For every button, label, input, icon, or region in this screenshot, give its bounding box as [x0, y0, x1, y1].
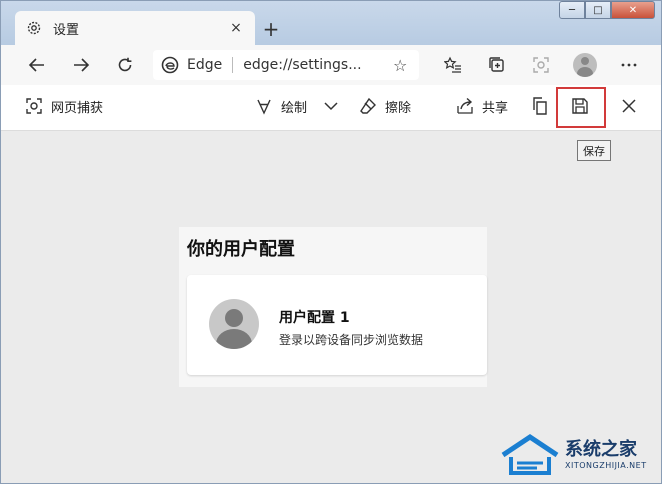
- refresh-icon: [118, 57, 132, 72]
- back-button[interactable]: [15, 45, 59, 85]
- favorites-list-icon: [444, 56, 461, 73]
- profile-name: 用户配置 1: [279, 310, 350, 326]
- capture-frame-icon: [26, 98, 42, 114]
- copy-icon: [533, 97, 547, 115]
- address-brand: Edge: [187, 57, 223, 73]
- share-label: 共享: [482, 100, 509, 116]
- navigation-bar: Edge edge://settings... ☆: [1, 45, 661, 85]
- url-text[interactable]: edge://settings...: [243, 57, 393, 73]
- profile-description: 登录以跨设备同步浏览数据: [279, 333, 424, 347]
- profile-button[interactable]: [563, 45, 607, 85]
- eraser-icon: [360, 97, 376, 114]
- profile-avatar-icon: [209, 299, 259, 349]
- watermark-logo: 系统之家 XITONGZHIJIA.NET: [499, 431, 659, 481]
- forward-arrow-icon: [74, 58, 90, 72]
- watermark-subtitle: XITONGZHIJIA.NET: [565, 461, 647, 470]
- close-icon: [622, 99, 636, 113]
- draw-options-button[interactable]: [323, 85, 347, 127]
- tab-title: 设置: [53, 22, 80, 38]
- house-logo-icon: [501, 433, 559, 475]
- window-controls: ─ □ ✕: [559, 1, 655, 21]
- page-title: 你的用户配置: [187, 239, 295, 260]
- profile-section: 你的用户配置 用户配置 1 登录以跨设备同步浏览数据: [179, 227, 487, 387]
- address-bar[interactable]: Edge edge://settings... ☆: [153, 50, 419, 80]
- share-icon: [457, 97, 473, 114]
- chevron-down-icon: [324, 102, 338, 111]
- tab-settings[interactable]: 设置 ×: [15, 11, 255, 45]
- tab-close-button[interactable]: ×: [227, 19, 245, 37]
- web-capture-label: 网页捕获: [51, 100, 104, 116]
- maximize-button[interactable]: □: [585, 1, 611, 19]
- save-highlight-box: [556, 87, 606, 128]
- more-menu-button[interactable]: [607, 45, 651, 85]
- favorite-star-icon[interactable]: ☆: [393, 56, 411, 75]
- web-capture-button[interactable]: 网页捕获: [25, 85, 103, 127]
- draw-label: 绘制: [281, 100, 308, 116]
- minimize-button[interactable]: ─: [559, 1, 585, 19]
- watermark-title: 系统之家: [565, 439, 637, 460]
- save-tooltip: 保存: [577, 140, 611, 161]
- close-window-button[interactable]: ✕: [611, 1, 655, 19]
- gear-icon: [25, 19, 43, 37]
- browser-window: 设置 × + ─ □ ✕ Edge edge://settings... ☆ 网…: [0, 0, 662, 484]
- address-separator: [232, 57, 234, 73]
- collections-icon: [489, 57, 504, 72]
- erase-button[interactable]: 擦除: [359, 85, 411, 127]
- browser-tools: [431, 45, 651, 85]
- web-capture-extension-button[interactable]: [519, 45, 563, 85]
- title-bar: 设置 × + ─ □ ✕: [1, 1, 661, 45]
- forward-button[interactable]: [59, 45, 103, 85]
- close-capture-button[interactable]: [621, 85, 645, 127]
- edge-logo-icon: [161, 56, 179, 74]
- copy-button[interactable]: [531, 85, 557, 127]
- erase-label: 擦除: [385, 100, 412, 116]
- more-dots-icon: [621, 63, 637, 67]
- favorites-button[interactable]: [431, 45, 475, 85]
- avatar: [573, 53, 597, 77]
- new-tab-button[interactable]: +: [259, 17, 283, 41]
- collections-button[interactable]: [475, 45, 519, 85]
- refresh-button[interactable]: [103, 45, 147, 85]
- draw-pen-icon: [257, 99, 271, 115]
- share-button[interactable]: 共享: [456, 85, 508, 127]
- capture-icon: [533, 57, 549, 73]
- draw-button[interactable]: 绘制: [255, 85, 307, 127]
- back-arrow-icon: [28, 58, 44, 72]
- profile-card[interactable]: 用户配置 1 登录以跨设备同步浏览数据: [187, 275, 487, 375]
